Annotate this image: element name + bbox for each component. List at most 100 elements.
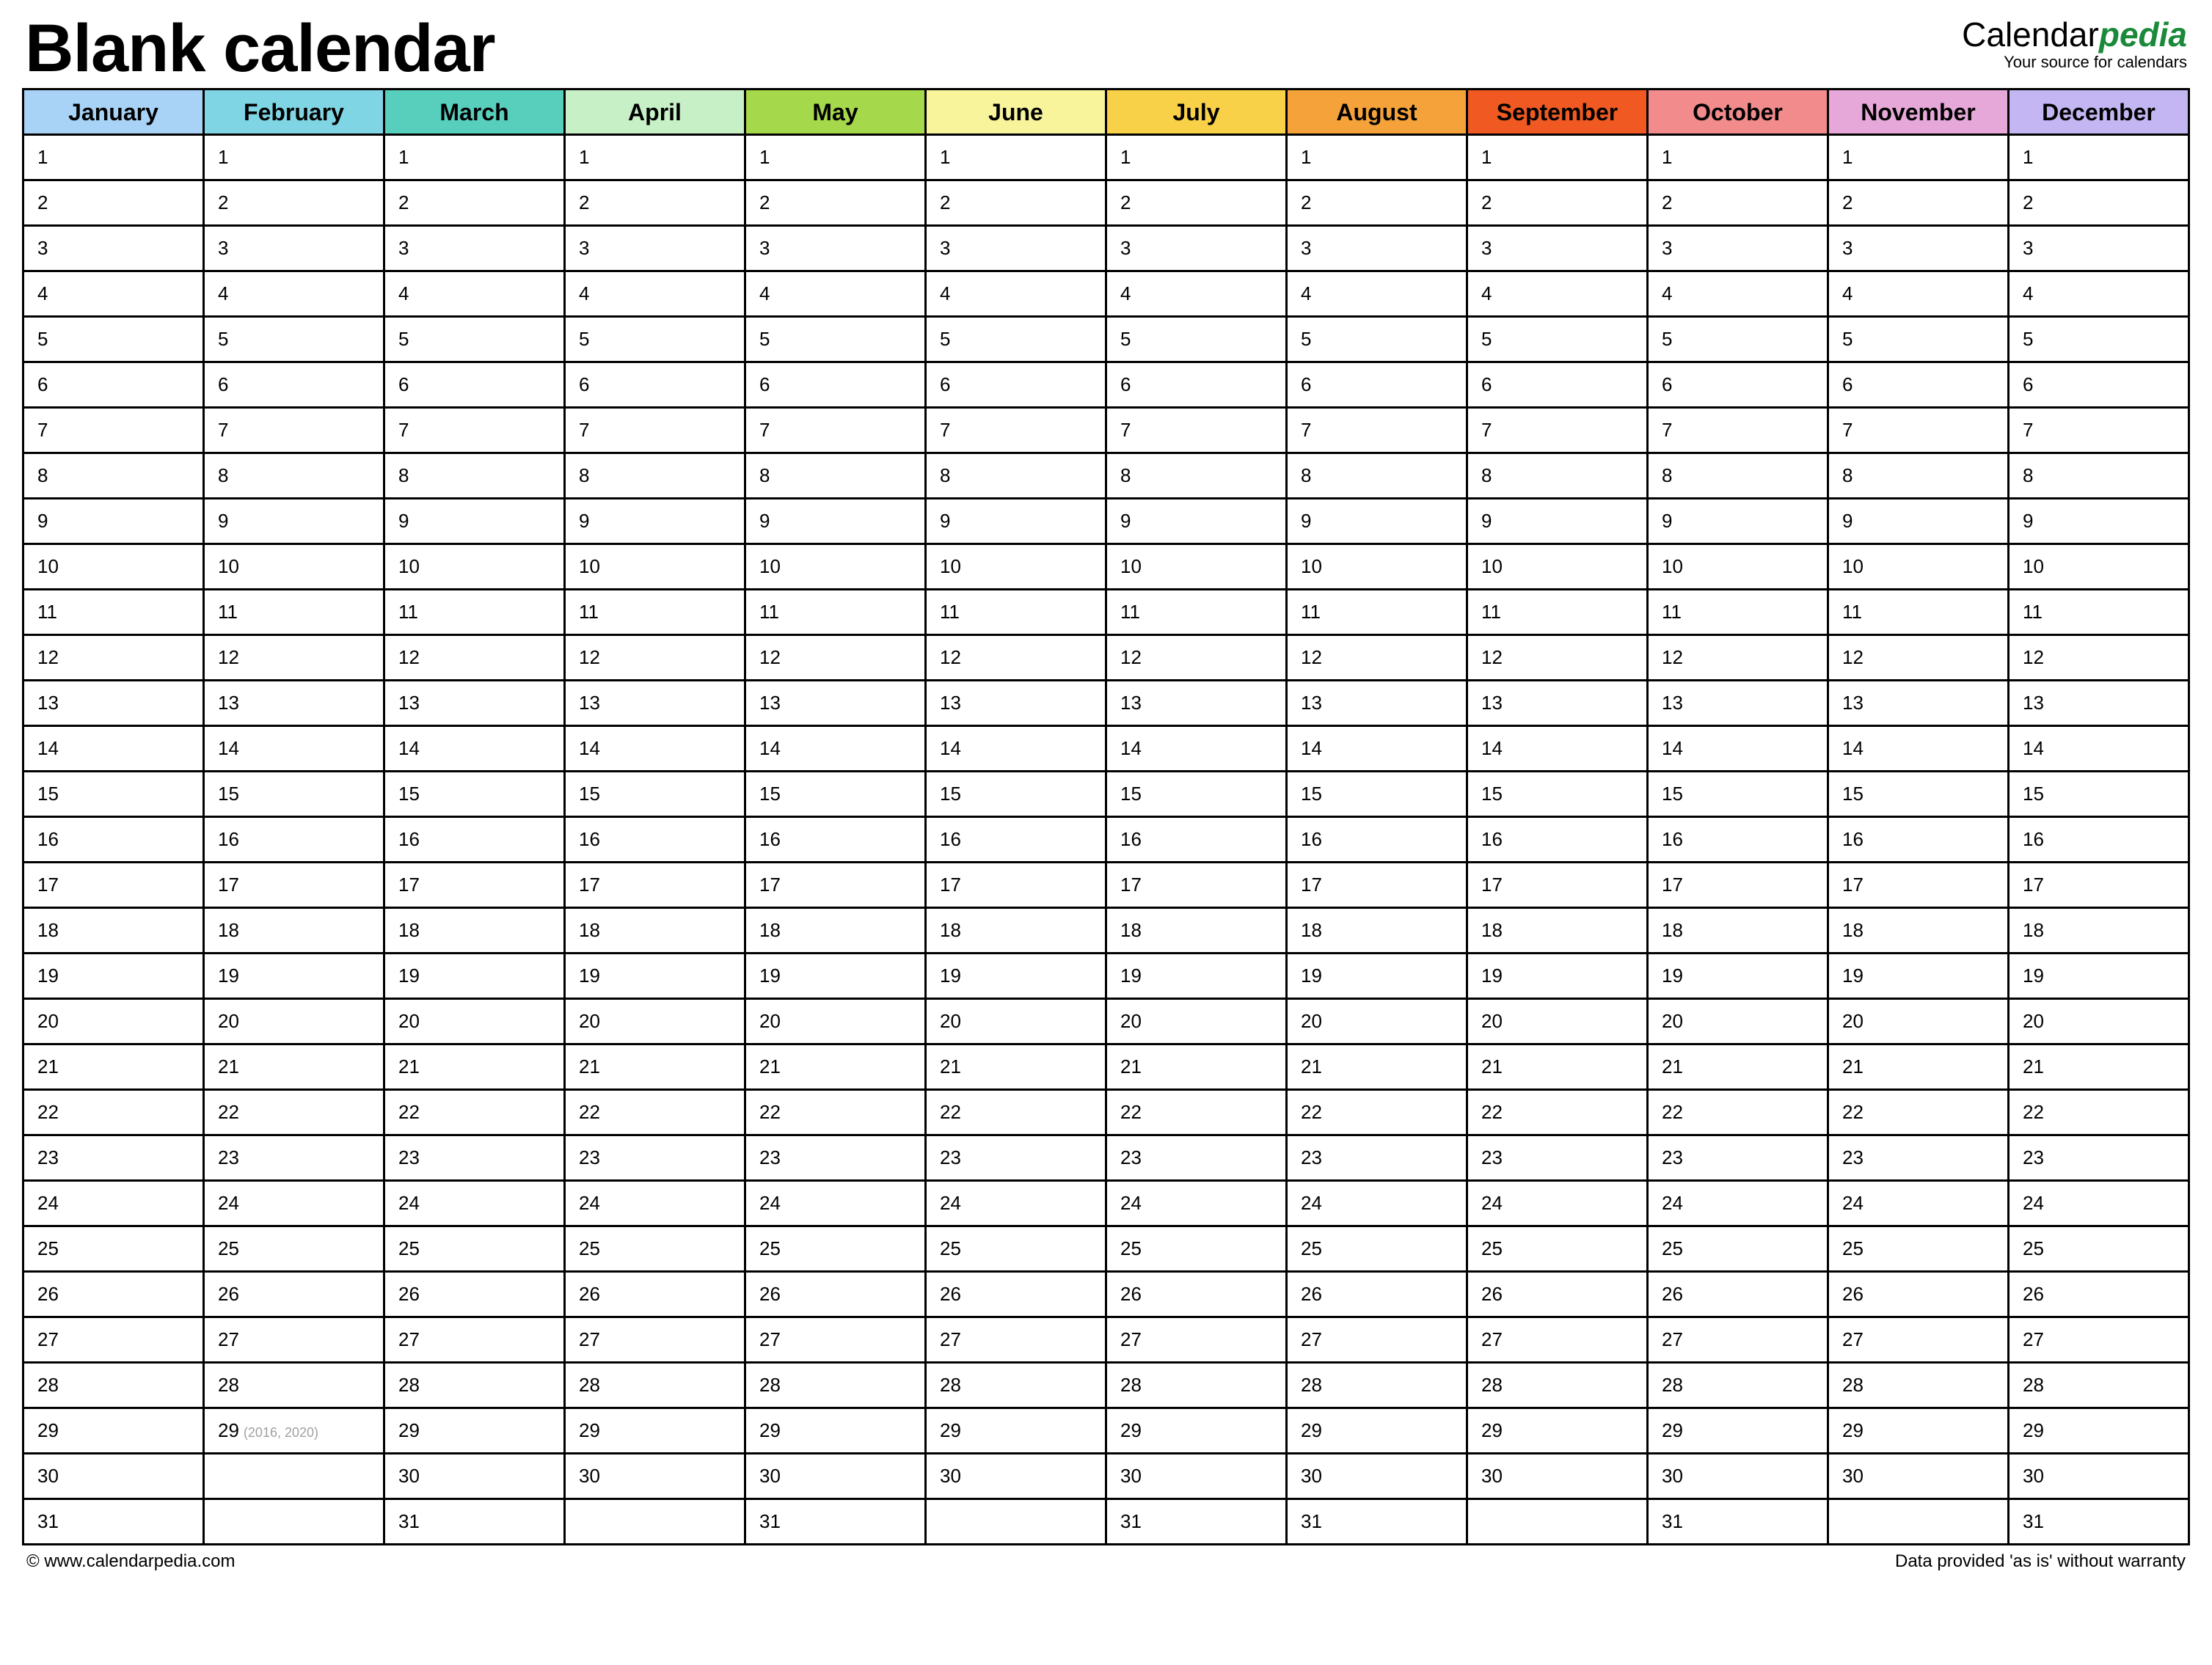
- day-cell: 1: [1467, 135, 1648, 180]
- day-row: 888888888888: [23, 453, 2189, 499]
- month-header-april: April: [565, 89, 745, 135]
- day-cell: 7: [1828, 408, 2009, 453]
- day-cell: 23: [1106, 1135, 1287, 1181]
- day-cell: 20: [23, 999, 204, 1044]
- day-cell: 23: [1467, 1135, 1648, 1181]
- day-cell: 26: [1828, 1272, 2009, 1317]
- day-cell: 2: [1467, 180, 1648, 226]
- day-cell: 14: [1648, 726, 1828, 772]
- day-cell: 18: [23, 908, 204, 954]
- day-cell: 22: [745, 1090, 926, 1135]
- day-row: 31 31 31 3131 31 31: [23, 1499, 2189, 1545]
- day-cell: 21: [926, 1044, 1106, 1090]
- day-cell: 3: [23, 226, 204, 271]
- day-cell: 29: [1648, 1408, 1828, 1454]
- day-cell: 20: [565, 999, 745, 1044]
- day-cell: 4: [745, 271, 926, 317]
- day-cell: 8: [1467, 453, 1648, 499]
- day-cell: 23: [23, 1135, 204, 1181]
- day-cell: [1467, 1499, 1648, 1545]
- day-cell: 26: [2009, 1272, 2189, 1317]
- day-cell: 25: [926, 1226, 1106, 1272]
- day-cell: 15: [1467, 772, 1648, 817]
- day-cell: 4: [1467, 271, 1648, 317]
- day-cell: 12: [1287, 635, 1467, 681]
- day-cell: 21: [204, 1044, 384, 1090]
- month-header-november: November: [1828, 89, 2009, 135]
- day-cell: 16: [384, 817, 565, 863]
- day-cell: 6: [2009, 362, 2189, 408]
- day-cell: 12: [1467, 635, 1648, 681]
- day-cell: 24: [1287, 1181, 1467, 1226]
- day-cell: 31: [745, 1499, 926, 1545]
- day-cell: 7: [1648, 408, 1828, 453]
- day-cell: 17: [565, 863, 745, 908]
- day-cell: 28: [1106, 1363, 1287, 1408]
- day-cell: 13: [1106, 681, 1287, 726]
- day-cell: 23: [1648, 1135, 1828, 1181]
- day-cell: 24: [384, 1181, 565, 1226]
- month-header-row: JanuaryFebruaryMarchAprilMayJuneJulyAugu…: [23, 89, 2189, 135]
- day-cell: 10: [2009, 544, 2189, 590]
- day-cell: 26: [1467, 1272, 1648, 1317]
- day-cell: 16: [1648, 817, 1828, 863]
- day-cell: 23: [384, 1135, 565, 1181]
- day-cell: 14: [745, 726, 926, 772]
- day-cell: 29: [1287, 1408, 1467, 1454]
- day-cell: 11: [1467, 590, 1648, 635]
- day-cell: 12: [384, 635, 565, 681]
- footer: © www.calendarpedia.com Data provided 'a…: [22, 1545, 2190, 1572]
- day-cell: 10: [565, 544, 745, 590]
- day-cell: 11: [2009, 590, 2189, 635]
- day-cell: 20: [1106, 999, 1287, 1044]
- day-cell: 31: [1106, 1499, 1287, 1545]
- day-cell: 16: [745, 817, 926, 863]
- day-cell: 3: [204, 226, 384, 271]
- day-cell: 25: [1467, 1226, 1648, 1272]
- day-cell: 3: [745, 226, 926, 271]
- day-cell: 15: [1648, 772, 1828, 817]
- day-cell: 17: [926, 863, 1106, 908]
- day-cell: 13: [926, 681, 1106, 726]
- day-cell: 19: [565, 954, 745, 999]
- day-cell: 12: [1648, 635, 1828, 681]
- day-cell: 4: [1106, 271, 1287, 317]
- day-cell: 6: [1467, 362, 1648, 408]
- day-cell: 16: [926, 817, 1106, 863]
- day-cell: 5: [1828, 317, 2009, 362]
- day-cell: 22: [565, 1090, 745, 1135]
- day-cell: 22: [1287, 1090, 1467, 1135]
- day-cell: 7: [1106, 408, 1287, 453]
- day-cell: 7: [2009, 408, 2189, 453]
- day-cell: 4: [565, 271, 745, 317]
- day-cell: 24: [565, 1181, 745, 1226]
- day-cell: 30: [23, 1454, 204, 1499]
- day-cell: 21: [745, 1044, 926, 1090]
- day-cell: 29: [745, 1408, 926, 1454]
- header: Blank calendar Calendarpedia Your source…: [22, 15, 2190, 82]
- day-cell: 4: [2009, 271, 2189, 317]
- day-cell: 8: [1106, 453, 1287, 499]
- day-cell: 15: [1106, 772, 1287, 817]
- day-cell: 17: [2009, 863, 2189, 908]
- day-cell: 22: [384, 1090, 565, 1135]
- day-cell: 17: [745, 863, 926, 908]
- day-cell: 8: [926, 453, 1106, 499]
- day-cell: 20: [1287, 999, 1467, 1044]
- day-cell: 11: [1287, 590, 1467, 635]
- day-cell: 3: [1828, 226, 2009, 271]
- day-cell: 18: [565, 908, 745, 954]
- day-cell: 15: [2009, 772, 2189, 817]
- day-cell: 11: [1106, 590, 1287, 635]
- day-cell: 7: [384, 408, 565, 453]
- day-cell: 31: [23, 1499, 204, 1545]
- brand-part1: Calendar: [1962, 15, 2099, 54]
- day-cell: 19: [745, 954, 926, 999]
- day-cell: 19: [384, 954, 565, 999]
- day-cell: 14: [2009, 726, 2189, 772]
- day-cell: 9: [1106, 499, 1287, 544]
- day-cell: 25: [1106, 1226, 1287, 1272]
- day-cell: 3: [384, 226, 565, 271]
- day-cell: 14: [1287, 726, 1467, 772]
- day-cell: 3: [1648, 226, 1828, 271]
